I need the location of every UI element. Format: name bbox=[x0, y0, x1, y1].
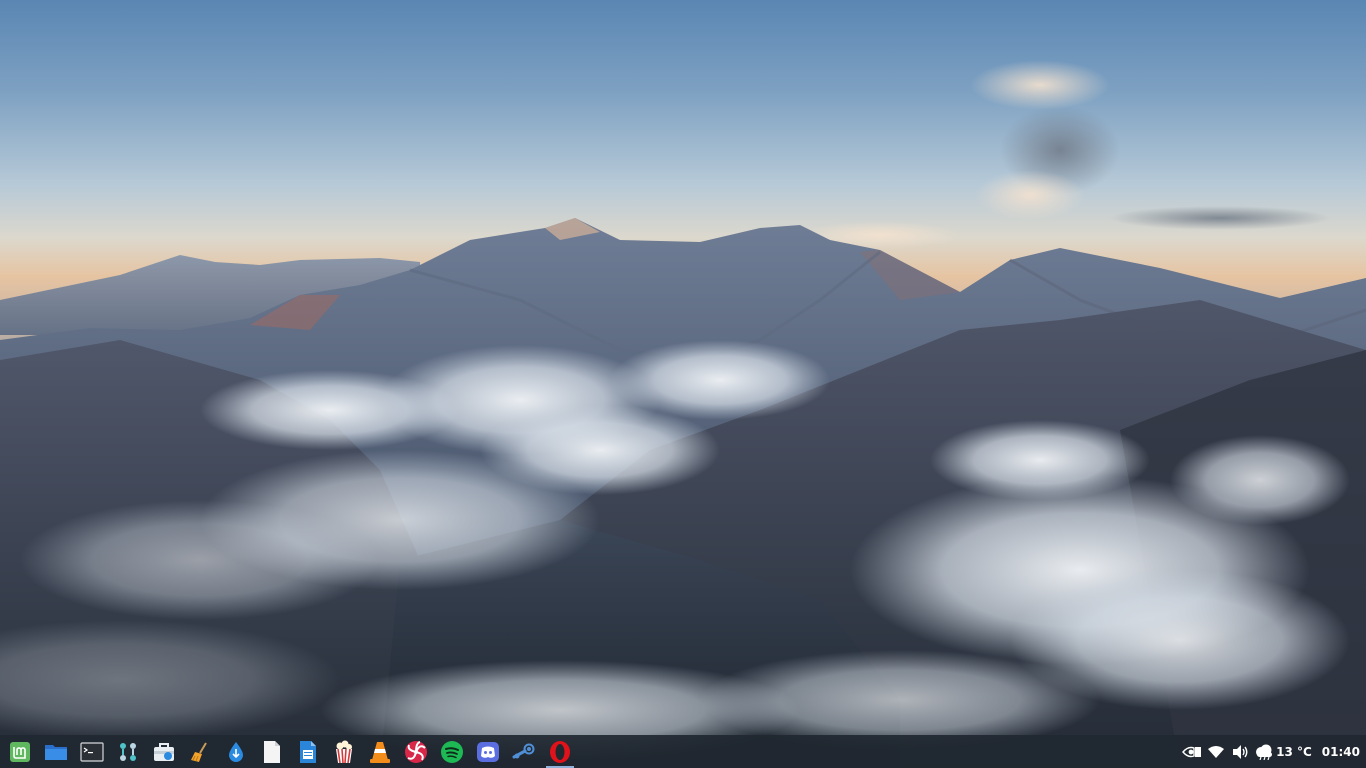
weather-applet[interactable]: 13 °C bbox=[1254, 744, 1312, 760]
terminal-launcher[interactable] bbox=[74, 735, 110, 768]
panel-launchers bbox=[0, 735, 578, 768]
steam-icon bbox=[512, 743, 535, 758]
download-drop-icon bbox=[229, 741, 243, 762]
popcorn-icon bbox=[336, 740, 352, 763]
broom-cleaner-icon bbox=[191, 741, 207, 762]
weather-cloud-icon bbox=[1256, 744, 1273, 760]
software-store-icon bbox=[154, 742, 174, 761]
desktop[interactable]: 13 °C 01:40 bbox=[0, 0, 1366, 768]
network-tray-button[interactable] bbox=[1204, 735, 1228, 768]
desktop-wallpaper bbox=[0, 0, 1366, 768]
steam-launcher[interactable] bbox=[506, 735, 542, 768]
spotify-icon bbox=[441, 740, 463, 763]
downloader-launcher[interactable] bbox=[218, 735, 254, 768]
volume-icon bbox=[1233, 744, 1248, 759]
spotify-launcher[interactable] bbox=[434, 735, 470, 768]
settings-nodes-icon bbox=[120, 742, 136, 761]
linux-mint-menu-icon bbox=[10, 741, 30, 762]
system-tray: 13 °C 01:40 bbox=[1180, 735, 1366, 768]
opera-launcher[interactable] bbox=[542, 735, 578, 768]
software-store-launcher[interactable] bbox=[146, 735, 182, 768]
document-icon bbox=[264, 740, 280, 763]
lollypop-music-icon bbox=[405, 740, 427, 763]
vlc-launcher[interactable] bbox=[362, 735, 398, 768]
nvidia-tray-button[interactable] bbox=[1180, 735, 1204, 768]
discord-icon bbox=[477, 741, 499, 762]
taskbar-panel: 13 °C 01:40 bbox=[0, 735, 1366, 768]
temperature-label: 13 °C bbox=[1276, 744, 1312, 759]
opera-icon bbox=[550, 740, 570, 763]
vlc-cone-icon bbox=[370, 741, 390, 763]
discord-launcher[interactable] bbox=[470, 735, 506, 768]
cleaner-launcher[interactable] bbox=[182, 735, 218, 768]
clock[interactable]: 01:40 bbox=[1322, 745, 1360, 759]
linux-mint-menu-button[interactable] bbox=[2, 735, 38, 768]
nvidia-icon bbox=[1182, 746, 1202, 757]
lollypop-launcher[interactable] bbox=[398, 735, 434, 768]
files-launcher[interactable] bbox=[38, 735, 74, 768]
document-launcher[interactable] bbox=[254, 735, 290, 768]
volume-tray-button[interactable] bbox=[1228, 735, 1252, 768]
office-document-icon bbox=[300, 740, 316, 763]
settings-launcher[interactable] bbox=[110, 735, 146, 768]
writer-launcher[interactable] bbox=[290, 735, 326, 768]
folder-icon bbox=[45, 744, 67, 760]
terminal-icon bbox=[80, 741, 104, 762]
popcorn-launcher[interactable] bbox=[326, 735, 362, 768]
wifi-icon bbox=[1208, 745, 1225, 758]
